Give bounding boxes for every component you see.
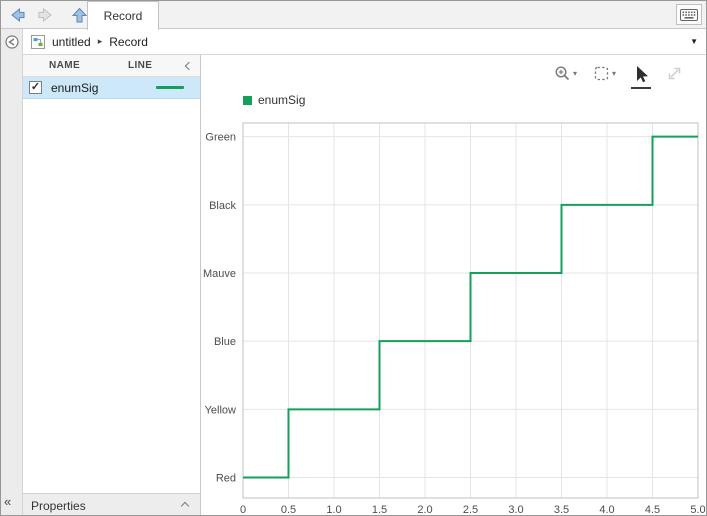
breadcrumb-model[interactable]: untitled [52, 35, 91, 49]
svg-text:Green: Green [205, 132, 236, 144]
properties-bar[interactable]: Properties [23, 493, 200, 516]
chart-pane: ▾ ▾ 00.51.01.52.02.53.03 [201, 55, 707, 516]
plot-area[interactable]: 0 0.5 1.0 1.5 2.0 2.5 3.0 3.5 4.0 4.5 5.0 Red Yellow… [201, 55, 707, 516]
model-icon [31, 35, 45, 49]
locate-block-button[interactable] [4, 34, 20, 50]
signal-line-swatch[interactable] [156, 86, 184, 89]
chart-legend: enumSig [243, 93, 305, 107]
arrow-up-icon [71, 7, 88, 24]
svg-text:5.0: 5.0 [690, 504, 705, 516]
tab-record[interactable]: Record [87, 1, 159, 30]
collapse-columns-button[interactable] [178, 63, 200, 69]
column-header-name: NAME [49, 60, 116, 71]
breadcrumb-dropdown-icon[interactable]: ▼ [690, 37, 698, 46]
top-toolbar: Record [1, 1, 706, 29]
svg-text:1.5: 1.5 [372, 504, 387, 516]
arrow-left-icon [9, 7, 26, 23]
left-strip: « [1, 29, 23, 516]
svg-text:0: 0 [240, 504, 246, 516]
signal-checkbox[interactable]: ✓ [29, 81, 42, 94]
breadcrumb: untitled ▸ Record ▼ [23, 29, 707, 55]
svg-text:4.0: 4.0 [599, 504, 614, 516]
breadcrumb-current[interactable]: Record [109, 35, 148, 49]
legend-label: enumSig [258, 93, 305, 107]
svg-text:4.5: 4.5 [645, 504, 660, 516]
chevron-left-icon [185, 61, 193, 69]
nav-buttons [7, 5, 89, 25]
svg-text:2.0: 2.0 [417, 504, 432, 516]
signals-panel: NAME LINE ✓ enumSig Properties [23, 55, 201, 516]
svg-text:0.5: 0.5 [281, 504, 296, 516]
svg-text:3.0: 3.0 [508, 504, 523, 516]
check-icon: ✓ [31, 82, 40, 93]
svg-text:2.5: 2.5 [463, 504, 478, 516]
svg-text:Black: Black [209, 200, 236, 212]
record-viewer-window: Record untitled ▸ Record ▼ [0, 0, 707, 516]
signal-name: enumSig [42, 81, 138, 95]
collapse-panel-button[interactable]: « [4, 494, 11, 509]
properties-label: Properties [31, 499, 86, 513]
chevron-up-icon [181, 501, 189, 509]
tab-record-label: Record [104, 9, 143, 23]
svg-text:Yellow: Yellow [205, 404, 236, 416]
column-header-line: LINE [116, 60, 178, 71]
breadcrumb-separator-icon: ▸ [98, 36, 103, 47]
arrow-right-icon [37, 7, 54, 23]
signals-header: NAME LINE [23, 55, 200, 77]
up-to-parent-button[interactable] [69, 5, 89, 25]
signal-row[interactable]: ✓ enumSig [23, 77, 200, 99]
back-button[interactable] [7, 5, 27, 25]
svg-text:Red: Red [216, 473, 236, 485]
svg-text:1.0: 1.0 [326, 504, 341, 516]
svg-text:3.5: 3.5 [554, 504, 569, 516]
keyboard-icon [680, 9, 698, 21]
line-column-cell [138, 86, 200, 89]
svg-text:Mauve: Mauve [203, 268, 236, 280]
legend-swatch [243, 96, 252, 105]
locate-block-icon [4, 34, 20, 50]
forward-button [35, 5, 55, 25]
svg-text:Blue: Blue [214, 336, 236, 348]
keyboard-shortcuts-button[interactable] [676, 4, 702, 25]
